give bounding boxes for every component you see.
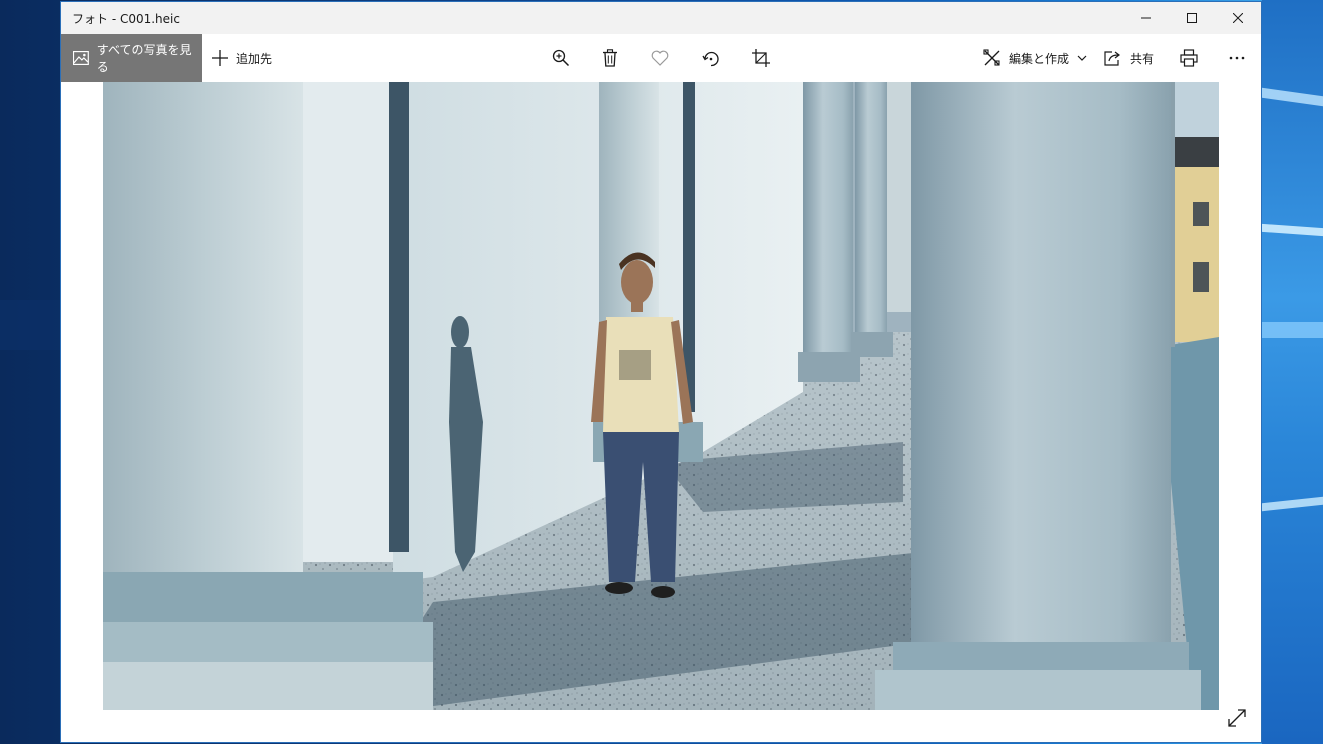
delete-button[interactable] [596,44,624,72]
minimize-button[interactable] [1123,2,1169,34]
close-icon [1233,13,1243,23]
crop-icon [752,49,770,67]
heart-icon [651,50,669,66]
trash-icon [603,49,617,67]
rotate-icon [702,51,719,67]
close-button[interactable] [1215,2,1261,34]
expand-button[interactable] [1225,706,1249,730]
all-photos-button[interactable]: すべての写真を見る [61,34,202,82]
photo-image [103,82,1219,710]
favorite-button[interactable] [646,44,674,72]
share-label: 共有 [1130,51,1155,66]
maximize-icon [1187,13,1197,23]
chevron-down-icon [1077,55,1087,61]
maximize-button[interactable] [1169,2,1215,34]
all-photos-label: すべての写真を見る [96,43,192,74]
more-icon [1229,56,1245,60]
photo-viewer[interactable] [103,82,1219,710]
zoom-button[interactable] [547,44,575,72]
zoom-in-icon [552,49,570,67]
title-bar[interactable]: フォト - C001.heic [61,2,1261,34]
add-to-label: 追加先 [236,51,273,66]
share-button[interactable]: 共有 [1104,34,1154,82]
minimize-icon [1141,17,1151,19]
edit-create-label: 編集と作成 [1009,51,1070,66]
crop-button[interactable] [747,44,775,72]
add-to-button[interactable]: 追加先 [212,34,272,82]
rotate-button[interactable] [697,44,725,72]
expand-icon [1228,709,1246,727]
more-options-button[interactable] [1223,44,1251,72]
toolbar: すべての写真を見る 追加先 編集と作成 共有 [61,34,1261,82]
edit-create-icon [983,49,1000,66]
edit-create-button[interactable]: 編集と作成 [983,34,1087,82]
share-icon [1104,51,1120,66]
plus-icon [212,50,228,66]
print-icon [1180,49,1198,67]
print-button[interactable] [1175,44,1203,72]
photos-app-window: フォト - C001.heic すべての写真を見る 追加先 編集と作成 共有 [61,2,1261,742]
window-title: フォト - C001.heic [72,11,180,26]
image-icon [73,51,89,65]
